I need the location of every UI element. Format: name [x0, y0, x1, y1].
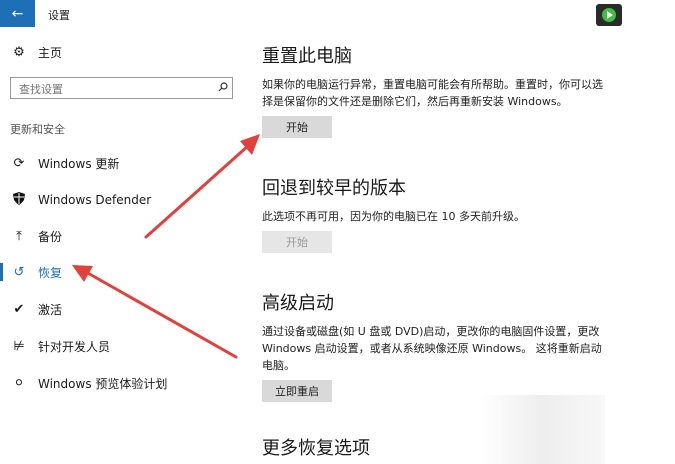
sidebar-item-label: 备份: [38, 229, 63, 244]
section-label: 更新和安全: [10, 123, 65, 136]
sidebar-item-label: 激活: [38, 302, 63, 317]
rollback-title: 回退到较早的版本: [262, 178, 406, 199]
sidebar-item-label: 主页: [38, 46, 63, 60]
reset-description: 如果你的电脑运行异常，重置电脑可能会有所帮助。重置时，你可以选择是保留你的文件还…: [262, 78, 603, 108]
restart-now-button[interactable]: 立即重启: [262, 380, 332, 402]
sidebar-item-windows-defender[interactable]: Windows Defender: [0, 186, 245, 214]
developer-icon: ⊭: [13, 338, 25, 354]
search-box: [10, 77, 233, 99]
blur-overlay: [480, 395, 605, 464]
reset-start-button[interactable]: 开始: [262, 116, 332, 138]
sidebar: ⚙ 主页 更新和安全 ⟳ Windows 更新 Windows Defender…: [0, 27, 245, 464]
sidebar-item-insider[interactable]: ⚪ Windows 预览体验计划: [0, 369, 245, 397]
sidebar-item-developers[interactable]: ⊭ 针对开发人员: [0, 332, 245, 360]
history-icon: ↺: [13, 264, 25, 280]
title-bar: ← 设置: [0, 0, 675, 27]
search-icon[interactable]: [218, 82, 228, 92]
rollback-section: 回退到较早的版本 此选项不再可用，因为你的电脑已在 10 多天前升级。 开始: [262, 174, 622, 253]
sidebar-item-label: Windows 预览体验计划: [38, 376, 168, 391]
reset-section: 重置此电脑 如果你的电脑运行异常，重置电脑可能会有所帮助。重置时，你可以选择是保…: [262, 42, 622, 138]
app-badge-icon: [596, 4, 622, 26]
window-title: 设置: [48, 9, 70, 22]
arrow-left-icon: ←: [11, 5, 24, 22]
sidebar-item-activation[interactable]: ✔ 激活: [0, 295, 245, 323]
advanced-title: 高级启动: [262, 293, 334, 314]
sidebar-item-label: 针对开发人员: [38, 339, 111, 354]
sidebar-item-recovery[interactable]: ↺ 恢复: [0, 258, 245, 286]
sidebar-item-home[interactable]: ⚙ 主页: [12, 44, 62, 61]
sidebar-item-label: Windows 更新: [38, 156, 120, 171]
advanced-description: 通过设备或磁盘(如 U 盘或 DVD)启动，更改你的电脑固件设置，更改 Wind…: [262, 325, 602, 372]
shield-icon: [12, 191, 26, 209]
back-button[interactable]: ←: [0, 0, 35, 27]
sidebar-item-label: Windows Defender: [38, 193, 152, 207]
sync-icon: ⟳: [13, 155, 25, 171]
search-input[interactable]: [17, 79, 211, 99]
sidebar-item-label: 恢复: [38, 265, 63, 280]
person-icon: ⚪: [13, 375, 25, 391]
backup-arrow-icon: ⤒: [16, 228, 22, 244]
reset-title: 重置此电脑: [262, 46, 352, 67]
active-indicator: [0, 263, 3, 281]
sidebar-item-windows-update[interactable]: ⟳ Windows 更新: [0, 149, 245, 177]
rollback-description: 此选项不再可用，因为你的电脑已在 10 多天前升级。: [262, 210, 525, 223]
rollback-start-button[interactable]: 开始: [262, 231, 332, 253]
gear-icon: ⚙: [13, 45, 25, 60]
check-circle-icon: ✔: [13, 301, 25, 317]
sidebar-item-backup[interactable]: ⤒ 备份: [0, 222, 245, 250]
advanced-startup-section: 高级启动 通过设备或磁盘(如 U 盘或 DVD)启动，更改你的电脑固件设置，更改…: [262, 289, 622, 402]
